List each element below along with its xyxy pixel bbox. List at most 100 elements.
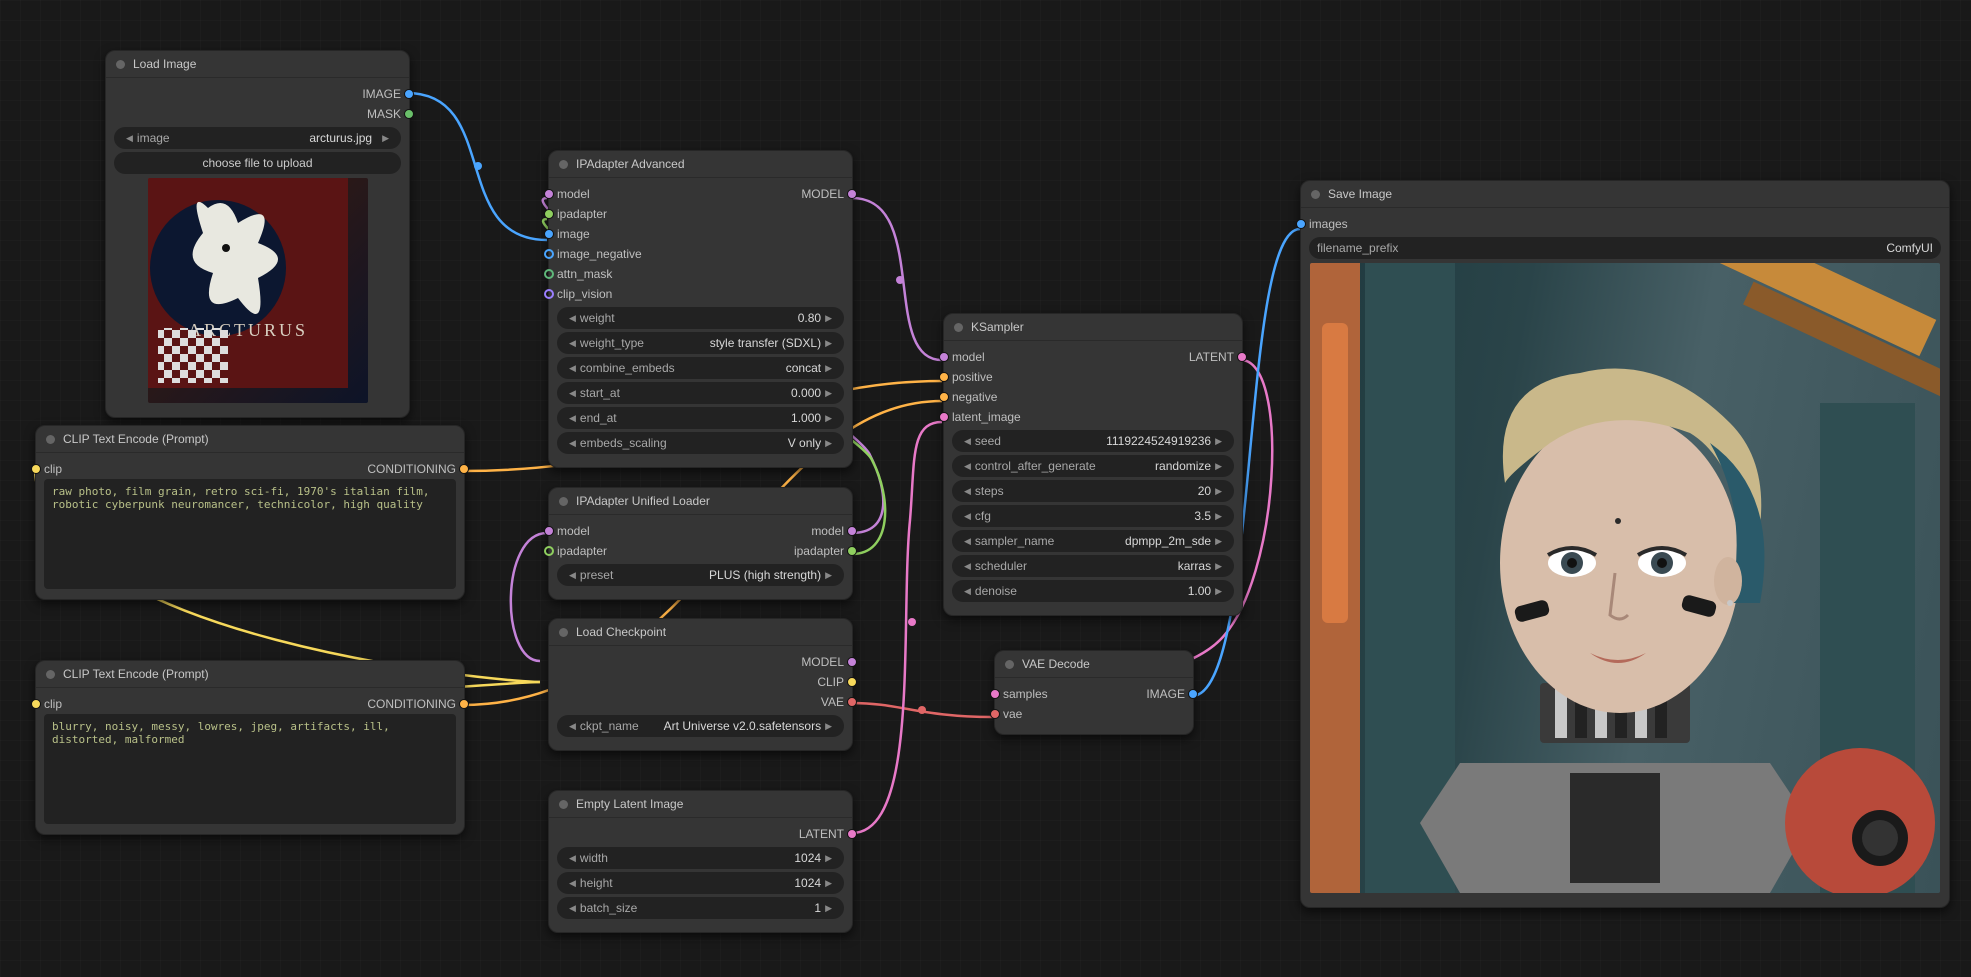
chevron-left-icon[interactable]: ◀ bbox=[565, 878, 580, 889]
chevron-left-icon[interactable]: ◀ bbox=[565, 413, 580, 424]
width-widget[interactable]: ◀width1024▶ bbox=[557, 847, 844, 869]
collapse-icon[interactable] bbox=[46, 435, 55, 444]
collapse-icon[interactable] bbox=[116, 60, 125, 69]
chevron-right-icon[interactable]: ▶ bbox=[378, 133, 393, 144]
height-widget[interactable]: ◀height1024▶ bbox=[557, 872, 844, 894]
collapse-icon[interactable] bbox=[1005, 660, 1014, 669]
node-empty-latent-image[interactable]: Empty Latent Image LATENT ◀width1024▶ ◀h… bbox=[548, 790, 853, 933]
titlebar[interactable]: Load Image bbox=[106, 51, 409, 78]
input-port-samples[interactable] bbox=[990, 689, 1000, 699]
collapse-icon[interactable] bbox=[46, 670, 55, 679]
chevron-left-icon[interactable]: ◀ bbox=[565, 570, 580, 581]
output-port-model[interactable] bbox=[847, 189, 857, 199]
output-port-model[interactable] bbox=[847, 657, 857, 667]
chevron-left-icon[interactable]: ◀ bbox=[565, 903, 580, 914]
seed-widget[interactable]: ◀seed1119224524919236▶ bbox=[952, 430, 1234, 452]
output-port-clip[interactable] bbox=[847, 677, 857, 687]
chevron-right-icon[interactable]: ▶ bbox=[821, 853, 836, 864]
choose-file-button[interactable]: choose file to upload bbox=[114, 152, 401, 174]
chevron-right-icon[interactable]: ▶ bbox=[1211, 586, 1226, 597]
collapse-icon[interactable] bbox=[559, 497, 568, 506]
image-select-widget[interactable]: ◀ image arcturus.jpg ▶ bbox=[114, 127, 401, 149]
collapse-icon[interactable] bbox=[559, 160, 568, 169]
node-load-image[interactable]: Load Image IMAGE MASK ◀ image arcturus.j… bbox=[105, 50, 410, 418]
cfg-widget[interactable]: ◀cfg3.5▶ bbox=[952, 505, 1234, 527]
chevron-right-icon[interactable]: ▶ bbox=[1211, 536, 1226, 547]
chevron-right-icon[interactable]: ▶ bbox=[1211, 511, 1226, 522]
prompt-textarea[interactable]: blurry, noisy, messy, lowres, jpeg, arti… bbox=[44, 714, 456, 824]
output-port-image[interactable] bbox=[404, 89, 414, 99]
scheduler-widget[interactable]: ◀schedulerkarras▶ bbox=[952, 555, 1234, 577]
chevron-left-icon[interactable]: ◀ bbox=[565, 388, 580, 399]
output-port-latent[interactable] bbox=[1237, 352, 1247, 362]
input-port-clip[interactable] bbox=[31, 464, 41, 474]
chevron-right-icon[interactable]: ▶ bbox=[821, 570, 836, 581]
steps-widget[interactable]: ◀steps20▶ bbox=[952, 480, 1234, 502]
input-port-model[interactable] bbox=[544, 189, 554, 199]
sampler-name-widget[interactable]: ◀sampler_namedpmpp_2m_sde▶ bbox=[952, 530, 1234, 552]
chevron-right-icon[interactable]: ▶ bbox=[821, 363, 836, 374]
collapse-icon[interactable] bbox=[1311, 190, 1320, 199]
control-after-generate-widget[interactable]: ◀control_after_generaterandomize▶ bbox=[952, 455, 1234, 477]
node-vae-decode[interactable]: VAE Decode samples IMAGE vae bbox=[994, 650, 1194, 735]
titlebar[interactable]: Save Image bbox=[1301, 181, 1949, 208]
preset-widget[interactable]: ◀presetPLUS (high strength)▶ bbox=[557, 564, 844, 586]
start-at-widget[interactable]: ◀start_at0.000▶ bbox=[557, 382, 844, 404]
output-port-conditioning[interactable] bbox=[459, 699, 469, 709]
end-at-widget[interactable]: ◀end_at1.000▶ bbox=[557, 407, 844, 429]
chevron-left-icon[interactable]: ◀ bbox=[960, 461, 975, 472]
weight-type-widget[interactable]: ◀weight_typestyle transfer (SDXL)▶ bbox=[557, 332, 844, 354]
chevron-right-icon[interactable]: ▶ bbox=[821, 438, 836, 449]
node-save-image[interactable]: Save Image images filename_prefixComfyUI bbox=[1300, 180, 1950, 908]
input-port-images[interactable] bbox=[1296, 219, 1306, 229]
chevron-right-icon[interactable]: ▶ bbox=[1211, 461, 1226, 472]
chevron-left-icon[interactable]: ◀ bbox=[960, 536, 975, 547]
weight-widget[interactable]: ◀weight0.80▶ bbox=[557, 307, 844, 329]
node-clip-text-encode-negative[interactable]: CLIP Text Encode (Prompt) clip CONDITION… bbox=[35, 660, 465, 835]
chevron-left-icon[interactable]: ◀ bbox=[960, 561, 975, 572]
batch-size-widget[interactable]: ◀batch_size1▶ bbox=[557, 897, 844, 919]
node-clip-text-encode-positive[interactable]: CLIP Text Encode (Prompt) clip CONDITION… bbox=[35, 425, 465, 600]
ckpt-name-widget[interactable]: ◀ckpt_nameArt Universe v2.0.safetensors▶ bbox=[557, 715, 844, 737]
input-port-image-negative[interactable] bbox=[544, 249, 554, 259]
titlebar[interactable]: KSampler bbox=[944, 314, 1242, 341]
chevron-right-icon[interactable]: ▶ bbox=[821, 313, 836, 324]
chevron-right-icon[interactable]: ▶ bbox=[821, 338, 836, 349]
chevron-right-icon[interactable]: ▶ bbox=[821, 721, 836, 732]
output-port-ipadapter[interactable] bbox=[847, 546, 857, 556]
chevron-left-icon[interactable]: ◀ bbox=[565, 313, 580, 324]
input-port-ipadapter[interactable] bbox=[544, 546, 554, 556]
combine-embeds-widget[interactable]: ◀combine_embedsconcat▶ bbox=[557, 357, 844, 379]
collapse-icon[interactable] bbox=[954, 323, 963, 332]
prompt-textarea[interactable]: raw photo, film grain, retro sci-fi, 197… bbox=[44, 479, 456, 589]
titlebar[interactable]: CLIP Text Encode (Prompt) bbox=[36, 426, 464, 453]
input-port-latent[interactable] bbox=[939, 412, 949, 422]
output-port-image[interactable] bbox=[1188, 689, 1198, 699]
input-port-positive[interactable] bbox=[939, 372, 949, 382]
output-port-model[interactable] bbox=[847, 526, 857, 536]
node-ipadapter-advanced[interactable]: IPAdapter Advanced model MODEL ipadapter… bbox=[548, 150, 853, 468]
input-port-vae[interactable] bbox=[990, 709, 1000, 719]
chevron-left-icon[interactable]: ◀ bbox=[122, 133, 137, 144]
chevron-right-icon[interactable]: ▶ bbox=[821, 388, 836, 399]
chevron-left-icon[interactable]: ◀ bbox=[960, 511, 975, 522]
filename-prefix-widget[interactable]: filename_prefixComfyUI bbox=[1309, 237, 1941, 259]
input-port-clip-vision[interactable] bbox=[544, 289, 554, 299]
input-port-clip[interactable] bbox=[31, 699, 41, 709]
chevron-left-icon[interactable]: ◀ bbox=[565, 721, 580, 732]
input-port-negative[interactable] bbox=[939, 392, 949, 402]
denoise-widget[interactable]: ◀denoise1.00▶ bbox=[952, 580, 1234, 602]
output-port-vae[interactable] bbox=[847, 697, 857, 707]
chevron-right-icon[interactable]: ▶ bbox=[1211, 486, 1226, 497]
collapse-icon[interactable] bbox=[559, 628, 568, 637]
chevron-left-icon[interactable]: ◀ bbox=[960, 586, 975, 597]
input-port-attn-mask[interactable] bbox=[544, 269, 554, 279]
output-port-mask[interactable] bbox=[404, 109, 414, 119]
titlebar[interactable]: VAE Decode bbox=[995, 651, 1193, 678]
output-port-latent[interactable] bbox=[847, 829, 857, 839]
titlebar[interactable]: Empty Latent Image bbox=[549, 791, 852, 818]
titlebar[interactable]: IPAdapter Advanced bbox=[549, 151, 852, 178]
chevron-left-icon[interactable]: ◀ bbox=[565, 438, 580, 449]
titlebar[interactable]: IPAdapter Unified Loader bbox=[549, 488, 852, 515]
node-load-checkpoint[interactable]: Load Checkpoint MODEL CLIP VAE ◀ckpt_nam… bbox=[548, 618, 853, 751]
